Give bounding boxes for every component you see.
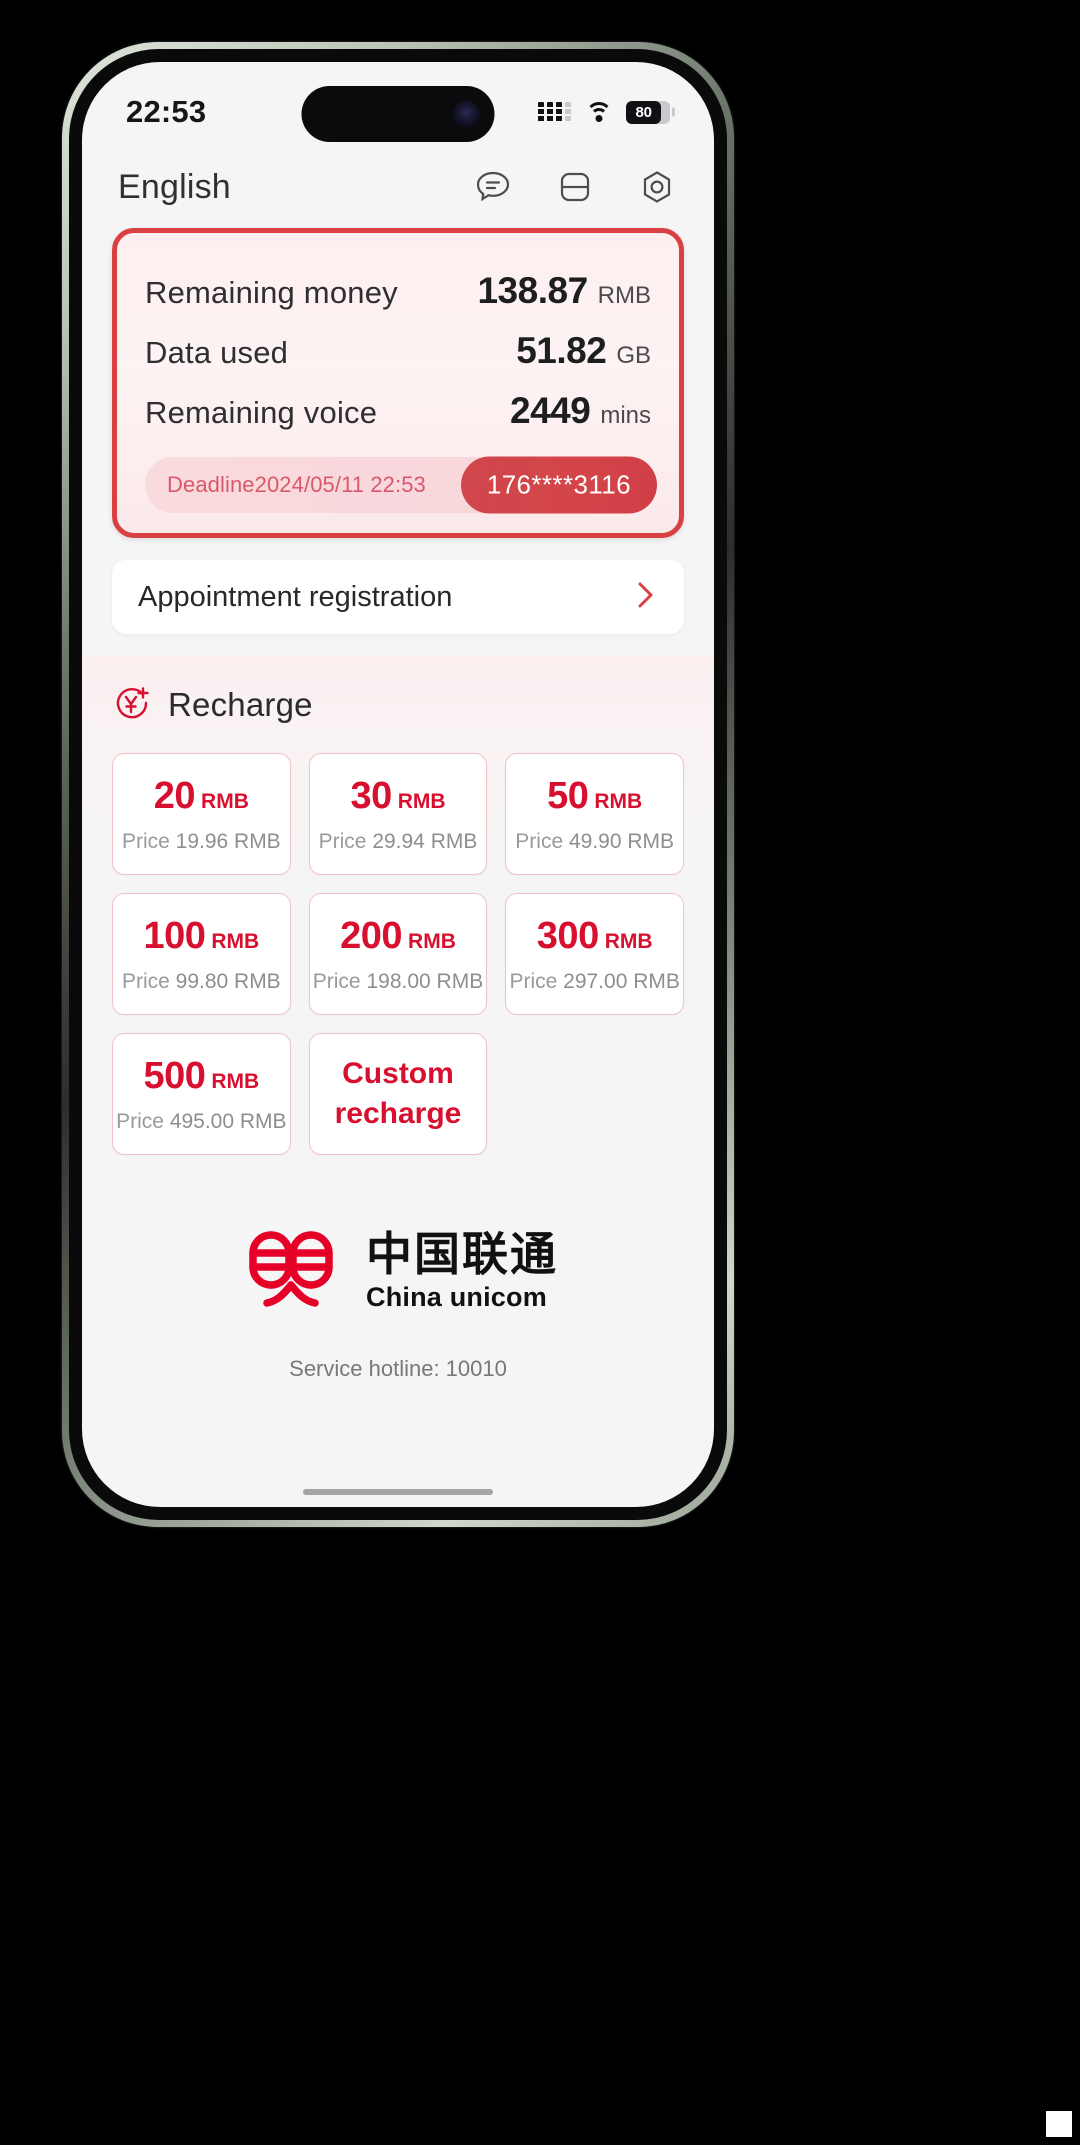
recharge-tile[interactable]: 200 RMB Price 198.00 RMB — [308, 893, 488, 1015]
dynamic-island — [301, 86, 495, 142]
recharge-tile-currency: RMB — [594, 789, 643, 813]
balance-row: Remaining voice 2449 mins — [145, 381, 651, 441]
balance-row-unit: RMB — [597, 282, 651, 309]
brand-name-en: China unicom — [366, 1281, 547, 1312]
recharge-tile-price: 297.00 RMB — [563, 969, 680, 993]
balance-row-unit: mins — [600, 402, 651, 429]
recharge-yuan-plus-icon — [112, 682, 152, 727]
recharge-tile-price: 49.90 RMB — [568, 829, 675, 853]
status-indicators: 80 — [538, 100, 675, 124]
battery-percent-label: 80 — [635, 103, 652, 121]
recharge-tile[interactable]: 20 RMB Price 19.96 RMB — [112, 753, 291, 875]
home-indicator[interactable] — [303, 1489, 493, 1495]
balance-row-label: Remaining money — [145, 275, 398, 310]
recharge-tile-price: 19.96 RMB — [175, 829, 281, 853]
recharge-tile-currency: RMB — [211, 1069, 260, 1093]
recharge-tile-amount: 100 — [143, 914, 206, 957]
balance-row-value: 51.82 — [516, 330, 607, 371]
custom-recharge-line1: Custom — [342, 1056, 454, 1090]
balance-row: Remaining money 138.87 RMB — [145, 261, 651, 321]
status-bar: 22:53 80 — [82, 62, 714, 148]
phone-device-frame: 22:53 80 English Remaining money 138.87 … — [62, 42, 734, 1527]
recharge-tile-price-label: Price — [116, 1109, 164, 1133]
china-unicom-knot-icon — [238, 1221, 344, 1322]
recharge-header: Recharge — [112, 682, 684, 727]
wifi-icon — [585, 102, 612, 122]
recharge-tile-price: 29.94 RMB — [372, 829, 478, 853]
recharge-tile[interactable]: 500 RMB Price 495.00 RMB — [112, 1033, 291, 1155]
appointment-wrapper: Appointment registration — [82, 538, 714, 634]
recharge-tile[interactable]: 50 RMB Price 49.90 RMB — [505, 753, 684, 875]
balance-row: Data used 51.82 GB — [145, 321, 651, 381]
recharge-tile-amount: 200 — [340, 914, 403, 957]
recharge-tile-amount: 50 — [547, 774, 589, 817]
recharge-tile-amount: 20 — [153, 774, 196, 817]
recharge-tile-price-label: Price — [121, 969, 170, 993]
custom-recharge-line2: recharge — [334, 1097, 462, 1130]
recharge-tile-price: 99.80 RMB — [175, 969, 281, 993]
recharge-tile-currency: RMB — [201, 789, 249, 813]
balance-row-label: Data used — [145, 335, 289, 370]
recharge-tile-price-label: Price — [509, 969, 558, 993]
recharge-tile-currency: RMB — [397, 789, 446, 813]
recharge-tile-amount: 300 — [536, 914, 599, 957]
balance-row-unit: GB — [616, 342, 651, 369]
phone-number-badge[interactable]: 176****3116 — [460, 456, 657, 514]
balance-row-value: 2449 — [510, 390, 591, 431]
app-header: English — [82, 148, 714, 222]
phone-bezel: 22:53 80 English Remaining money 138.87 … — [69, 49, 727, 1520]
balance-row-value: 138.87 — [477, 270, 588, 311]
recharge-title: Recharge — [168, 685, 313, 723]
recharge-tile-price-label: Price — [312, 969, 361, 993]
status-clock: 22:53 — [126, 94, 207, 129]
recharge-section: Recharge 20 RMB Price 19.96 RMB 30 RMB P… — [82, 656, 714, 1175]
chat-icon[interactable] — [472, 166, 514, 208]
screenshot-stage: 22:53 80 English Remaining money 138.87 … — [0, 0, 1080, 2145]
recharge-tile-currency: RMB — [211, 929, 260, 953]
recharge-tile-currency: RMB — [604, 929, 653, 953]
header-icon-group — [472, 166, 678, 208]
recharge-tile-price: 495.00 RMB — [169, 1109, 287, 1133]
recharge-tile-price-label: Price — [515, 829, 564, 853]
page-content: Remaining money 138.87 RMB Data used 51.… — [82, 222, 714, 1392]
recharge-tile[interactable]: 100 RMB Price 99.80 RMB — [112, 893, 291, 1015]
balance-card: Remaining money 138.87 RMB Data used 51.… — [112, 228, 684, 538]
recharge-tile-amount: 30 — [350, 774, 392, 817]
recharge-tile[interactable]: 30 RMB Price 29.94 RMB — [308, 753, 488, 875]
battery-icon: 80 — [626, 100, 675, 124]
recharge-tile-price: 198.00 RMB — [366, 969, 484, 993]
settings-hexagon-icon[interactable] — [636, 166, 678, 208]
brand-logo: 中国联通 China unicom — [82, 1221, 714, 1322]
brand-name-cn: 中国联通 — [366, 1227, 558, 1280]
service-hotline: Service hotline: 10010 — [289, 1356, 507, 1381]
footer: 中国联通 China unicom Service hotline: 10010 — [82, 1175, 714, 1392]
service-list-icon[interactable] — [554, 166, 596, 208]
balance-card-wrapper: Remaining money 138.87 RMB Data used 51.… — [82, 222, 714, 538]
balance-row-label: Remaining voice — [145, 395, 378, 430]
recharge-tile-amount: 500 — [143, 1054, 206, 1097]
deadline-label: Deadline2024/05/11 22:53 — [167, 472, 426, 497]
recharge-tile-price-label: Price — [121, 829, 170, 853]
signal-bars-icon — [538, 102, 571, 122]
chevron-right-icon — [632, 578, 658, 617]
corner-marker — [1046, 2111, 1072, 2137]
deadline-bar: Deadline2024/05/11 22:53 176****3116 — [145, 456, 657, 514]
recharge-tile-grid: 20 RMB Price 19.96 RMB 30 RMB Price 29.9… — [112, 753, 684, 1155]
recharge-tile[interactable]: 300 RMB Price 297.00 RMB — [505, 893, 684, 1015]
appointment-registration-row[interactable]: Appointment registration — [112, 560, 684, 634]
recharge-tile-price-label: Price — [318, 829, 367, 853]
custom-recharge-tile[interactable]: Custom recharge — [308, 1033, 488, 1155]
appointment-label: Appointment registration — [138, 580, 453, 613]
front-camera-icon — [453, 101, 480, 127]
phone-screen: 22:53 80 English Remaining money 138.87 … — [82, 62, 714, 1507]
language-selector[interactable]: English — [118, 168, 231, 207]
recharge-tile-currency: RMB — [408, 929, 456, 953]
